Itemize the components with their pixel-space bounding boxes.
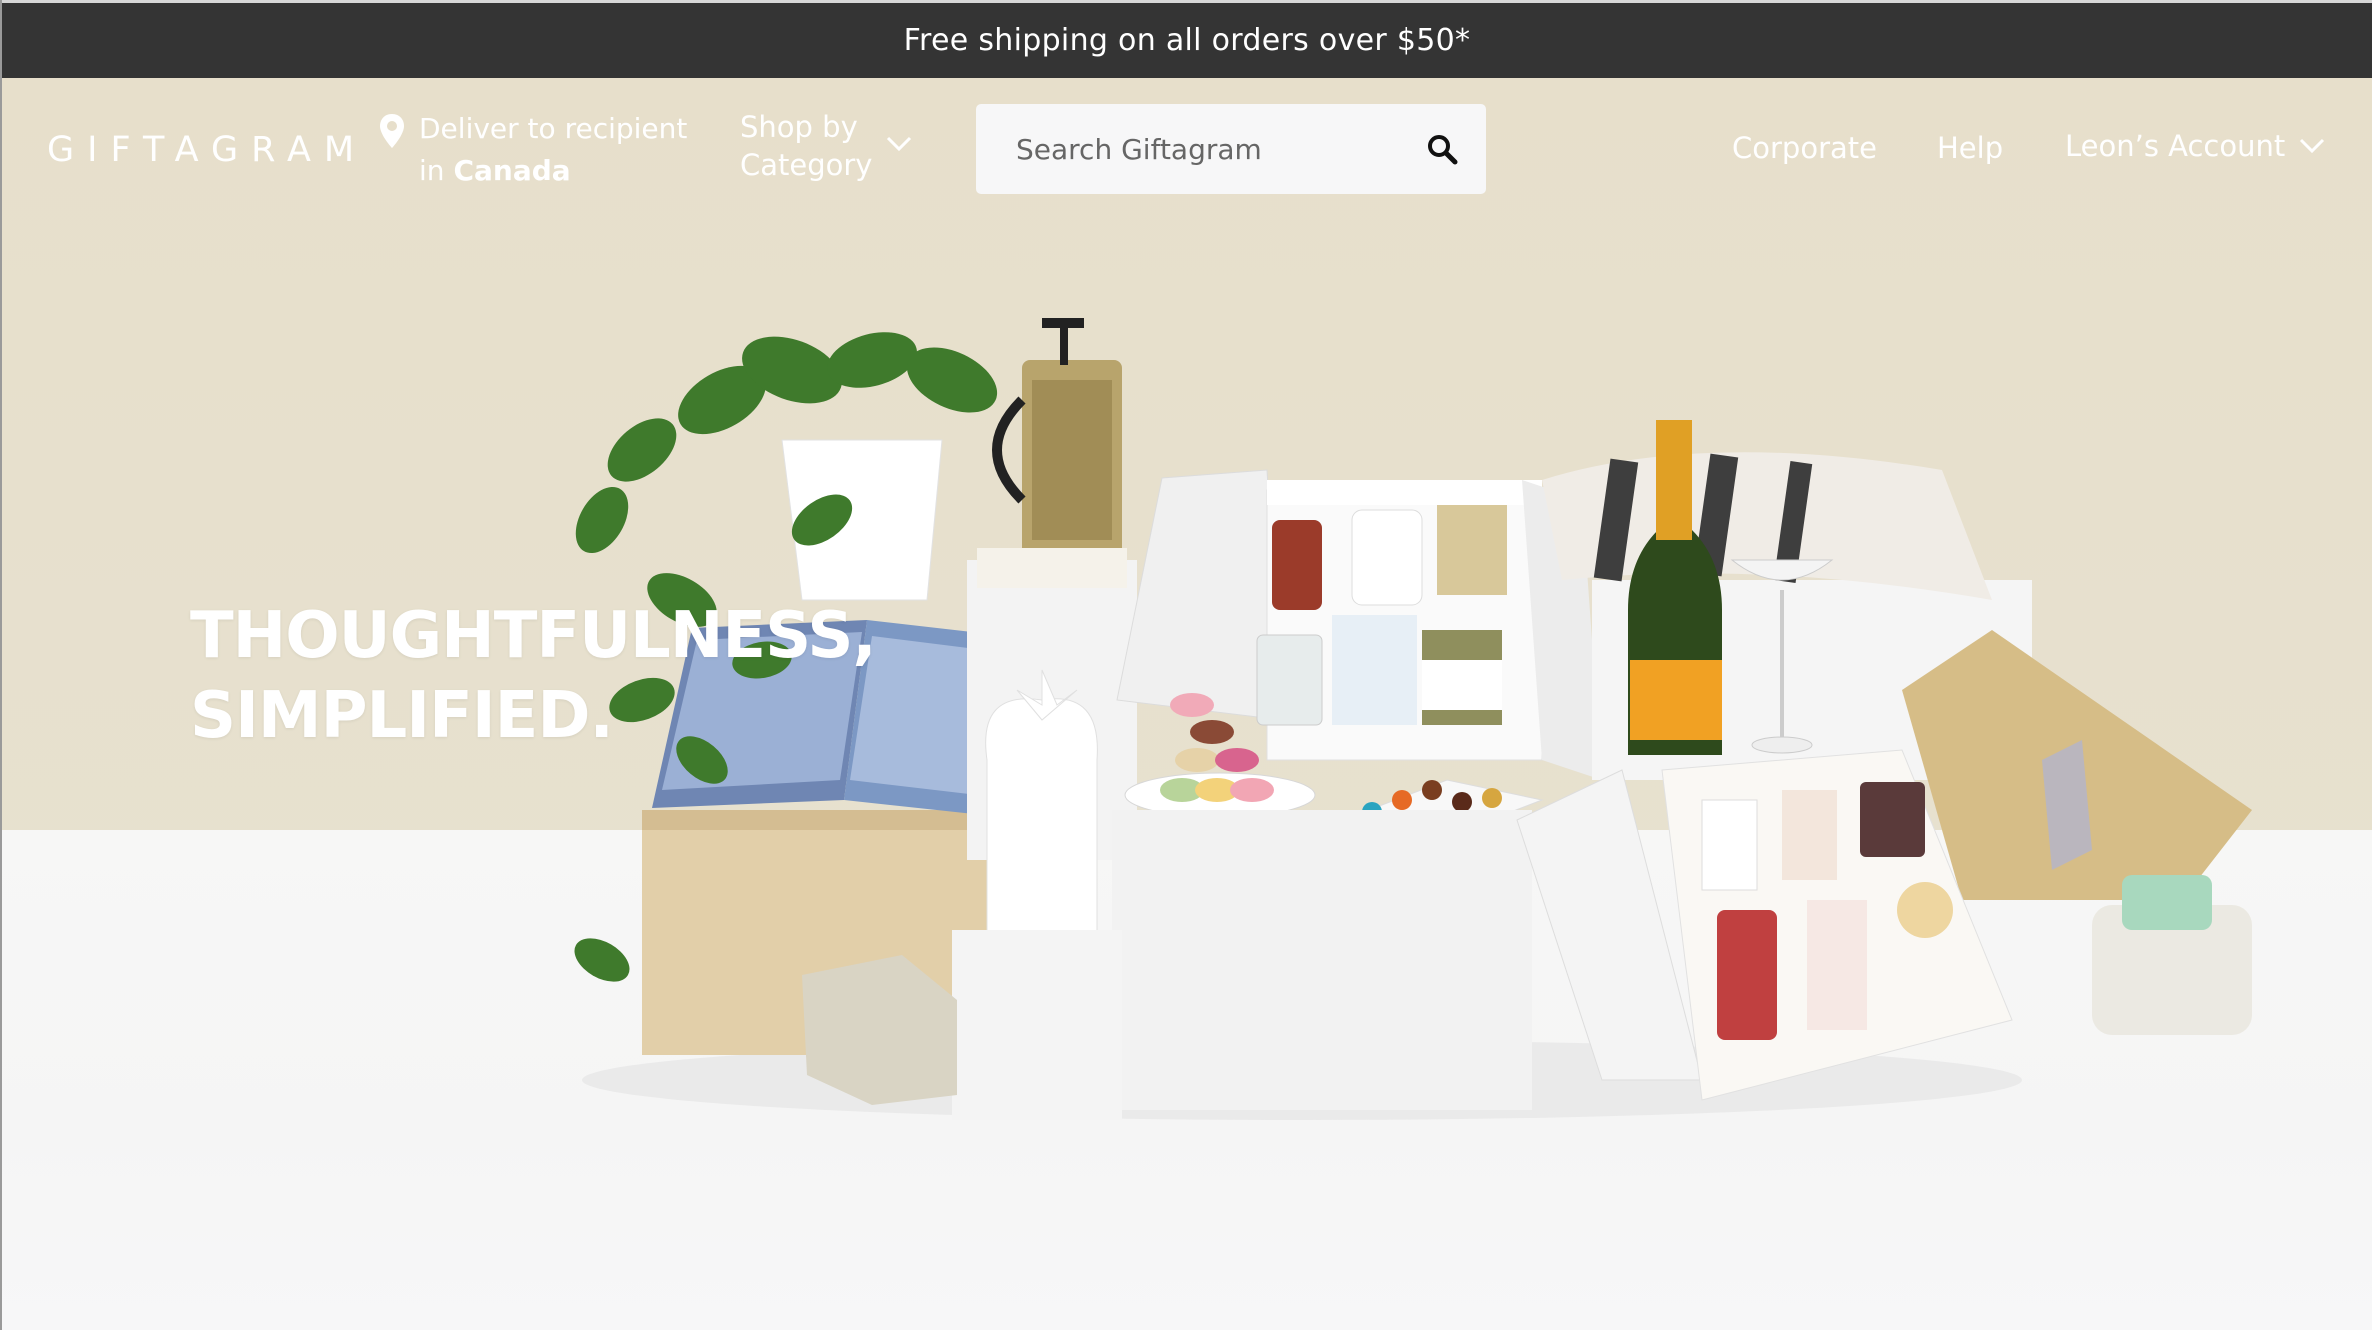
- hero-headline: THOUGHTFULNESS, SIMPLIFIED.: [190, 596, 877, 756]
- deliver-country: Canada: [453, 154, 571, 187]
- account-menu[interactable]: Leon’s Account: [2065, 129, 2325, 163]
- shop-by-line2: Category: [740, 148, 873, 182]
- shop-by-line1: Shop by: [740, 110, 858, 144]
- logo[interactable]: GIFTAGRAM: [47, 130, 367, 170]
- help-link[interactable]: Help: [1937, 131, 2003, 165]
- account-label: Leon’s Account: [2065, 129, 2286, 163]
- deliver-line1: Deliver to recipient: [419, 112, 688, 145]
- location-pin-icon: [380, 114, 404, 148]
- search-icon[interactable]: [1426, 133, 1458, 165]
- search-bar: [976, 104, 1486, 194]
- shop-by-category-menu[interactable]: Shop by Category: [740, 108, 912, 184]
- page: Free shipping on all orders over $50* GI…: [0, 0, 2372, 1330]
- chevron-down-icon: [2300, 138, 2325, 154]
- pineapple-jar: [985, 698, 1098, 951]
- hero-headline-line1: THOUGHTFULNESS,: [190, 599, 877, 673]
- chevron-down-icon: [887, 136, 912, 152]
- corporate-link[interactable]: Corporate: [1732, 131, 1877, 165]
- site-header: GIFTAGRAM Deliver to recipient in Canada…: [2, 78, 2372, 228]
- deliver-to-selector[interactable]: Deliver to recipient in Canada: [377, 108, 687, 192]
- deliver-line2: in Canada: [419, 154, 571, 187]
- search-input[interactable]: [1016, 132, 1426, 166]
- hero-headline-line2: SIMPLIFIED.: [190, 679, 614, 753]
